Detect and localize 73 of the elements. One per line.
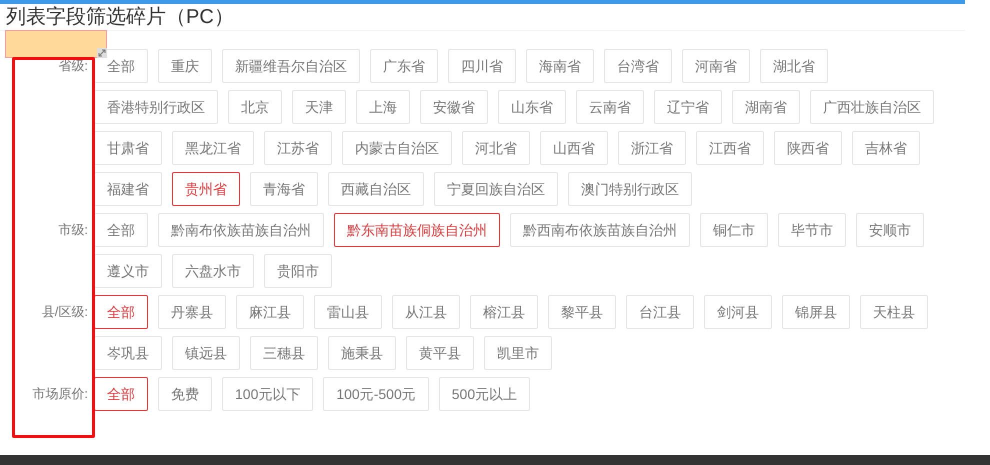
filter-option[interactable]: 北京 (228, 90, 282, 124)
filter-label: 市场原价: (31, 385, 88, 403)
filter-option[interactable]: 全部 (94, 49, 148, 83)
filter-option[interactable]: 江苏省 (264, 131, 332, 165)
filter-option[interactable]: 毕节市 (778, 213, 846, 247)
filter-option[interactable]: 福建省 (94, 172, 162, 206)
filter-option[interactable]: 上海 (356, 90, 410, 124)
filter-option[interactable]: 雷山县 (314, 295, 382, 329)
filter-option[interactable]: 黔西南布依族苗族自治州 (510, 213, 690, 247)
filter-option[interactable]: 青海省 (250, 172, 318, 206)
filter-option[interactable]: 江西省 (696, 131, 764, 165)
filter-option[interactable]: 山东省 (498, 90, 566, 124)
filter-option[interactable]: 黄平县 (406, 336, 474, 370)
filter-option[interactable]: 凯里市 (484, 336, 552, 370)
filter-option[interactable]: 西藏自治区 (328, 172, 424, 206)
filter-option[interactable]: 台江县 (626, 295, 694, 329)
filter-label: 市级: (57, 221, 88, 239)
filter-option[interactable]: 遵义市 (94, 254, 162, 288)
filter-option[interactable]: 铜仁市 (700, 213, 768, 247)
filter-option[interactable]: 宁夏回族自治区 (434, 172, 558, 206)
filter-option[interactable]: 河北省 (462, 131, 530, 165)
filter-option[interactable]: 黎平县 (548, 295, 616, 329)
filter-option[interactable]: 镇远县 (172, 336, 240, 370)
filter-option[interactable]: 剑河县 (704, 295, 772, 329)
filter-option[interactable]: 天柱县 (860, 295, 928, 329)
filter-option[interactable]: 新疆维吾尔自治区 (222, 49, 360, 83)
filter-option[interactable]: 湖北省 (760, 49, 828, 83)
filter-option[interactable]: 黔东南苗族侗族自治州 (334, 213, 500, 247)
filter-option[interactable]: 贵阳市 (264, 254, 332, 288)
filter-option[interactable]: 吉林省 (852, 131, 920, 165)
filter-option[interactable]: 黑龙江省 (172, 131, 254, 165)
filter-option[interactable]: 台湾省 (604, 49, 672, 83)
filter-label: 省级: (57, 57, 88, 75)
filter-option[interactable]: 施秉县 (328, 336, 396, 370)
filter-option[interactable]: 岑巩县 (94, 336, 162, 370)
filter-option[interactable]: 免费 (158, 377, 212, 411)
filter-option[interactable]: 500元以上 (438, 377, 530, 411)
filter-option[interactable]: 甘肃省 (94, 131, 162, 165)
resize-icon[interactable] (97, 48, 107, 58)
filter-option[interactable]: 重庆 (158, 49, 212, 83)
filter-option[interactable]: 榕江县 (470, 295, 538, 329)
filter-option[interactable]: 安顺市 (856, 213, 924, 247)
filter-option[interactable]: 广西壮族自治区 (810, 90, 934, 124)
filter-option[interactable]: 贵州省 (172, 172, 240, 206)
filter-option[interactable]: 锦屏县 (782, 295, 850, 329)
filter-option[interactable]: 河南省 (682, 49, 750, 83)
filter-option[interactable]: 安徽省 (420, 90, 488, 124)
filter-option[interactable]: 100元-500元 (323, 377, 429, 411)
filter-option[interactable]: 三穗县 (250, 336, 318, 370)
filter-option[interactable]: 从江县 (392, 295, 460, 329)
filter-option[interactable]: 内蒙古自治区 (342, 131, 452, 165)
filter-option[interactable]: 海南省 (526, 49, 594, 83)
filter-option[interactable]: 浙江省 (618, 131, 686, 165)
selection-box[interactable] (5, 30, 107, 58)
filter-option[interactable]: 陕西省 (774, 131, 842, 165)
filter-option[interactable]: 湖南省 (732, 90, 800, 124)
filter-option[interactable]: 全部 (94, 213, 148, 247)
filter-option[interactable]: 全部 (94, 295, 148, 329)
filter-option[interactable]: 山西省 (540, 131, 608, 165)
filter-option[interactable]: 天津 (292, 90, 346, 124)
filter-option[interactable]: 六盘水市 (172, 254, 254, 288)
filter-option[interactable]: 四川省 (448, 49, 516, 83)
filter-option[interactable]: 黔南布依族苗族自治州 (158, 213, 324, 247)
filter-option[interactable]: 全部 (94, 377, 148, 411)
filter-option[interactable]: 香港特别行政区 (94, 90, 218, 124)
filter-option[interactable]: 丹寨县 (158, 295, 226, 329)
filter-option[interactable]: 100元以下 (222, 377, 314, 411)
filter-option[interactable]: 辽宁省 (654, 90, 722, 124)
filter-option[interactable]: 澳门特别行政区 (568, 172, 692, 206)
filter-label: 县/区级: (40, 303, 88, 321)
filter-option[interactable]: 广东省 (370, 49, 438, 83)
filter-option[interactable]: 麻江县 (236, 295, 304, 329)
filter-option[interactable]: 云南省 (576, 90, 644, 124)
